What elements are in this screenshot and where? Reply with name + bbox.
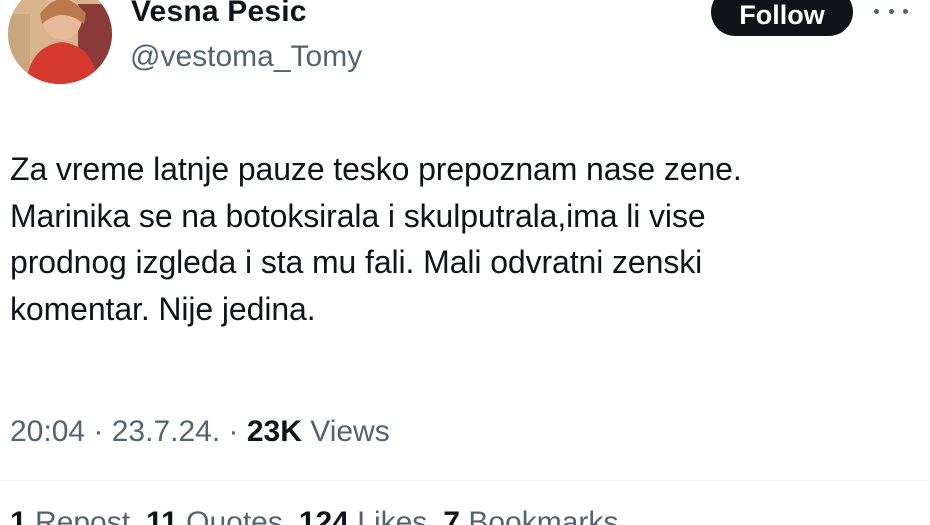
reposts-link[interactable]: 1 Repost xyxy=(10,506,130,525)
quotes-link[interactable]: 11 Quotes xyxy=(146,506,283,525)
views-count: 23K xyxy=(246,415,302,448)
meta-separator: · xyxy=(85,415,112,448)
quotes-count: 11 xyxy=(146,506,178,525)
reposts-label: Repost xyxy=(26,506,131,525)
engagement-stats: 1 Repost 11 Quotes 124 Likes 7 Bookmarks xyxy=(10,503,634,525)
likes-link[interactable]: 124 Likes xyxy=(299,506,427,525)
quotes-label: Quotes xyxy=(177,506,283,525)
bookmarks-link[interactable]: 7 Bookmarks xyxy=(443,506,618,525)
follow-button[interactable]: Follow xyxy=(711,0,853,36)
more-horizontal-icon[interactable] xyxy=(874,4,908,18)
divider xyxy=(0,480,930,481)
dot xyxy=(903,8,908,14)
likes-label: Likes xyxy=(348,506,428,525)
dot xyxy=(888,8,894,14)
tweet-meta: 20:04 · 23.7.24. · 23K Views xyxy=(10,412,390,452)
bookmarks-label: Bookmarks xyxy=(459,506,619,525)
author-display-name[interactable]: Vesna Pesic xyxy=(131,0,307,30)
avatar-photo xyxy=(8,0,112,84)
avatar[interactable] xyxy=(8,0,112,84)
tweet-time[interactable]: 20:04 xyxy=(10,415,85,448)
meta-separator: · xyxy=(220,415,247,448)
bookmarks-count: 7 xyxy=(443,506,460,525)
dot xyxy=(874,8,879,14)
author-handle[interactable]: @vestoma_Tomy xyxy=(130,39,362,75)
views-label: Views xyxy=(301,415,390,448)
likes-count: 124 xyxy=(298,506,349,525)
tweet-card: Vesna Pesic @vestoma_Tomy Follow Za vrem… xyxy=(0,0,930,525)
reposts-count: 1 xyxy=(10,506,27,525)
tweet-text: Za vreme latnje pauze tesko prepoznam na… xyxy=(10,151,742,327)
tweet-date[interactable]: 23.7.24. xyxy=(112,415,220,448)
